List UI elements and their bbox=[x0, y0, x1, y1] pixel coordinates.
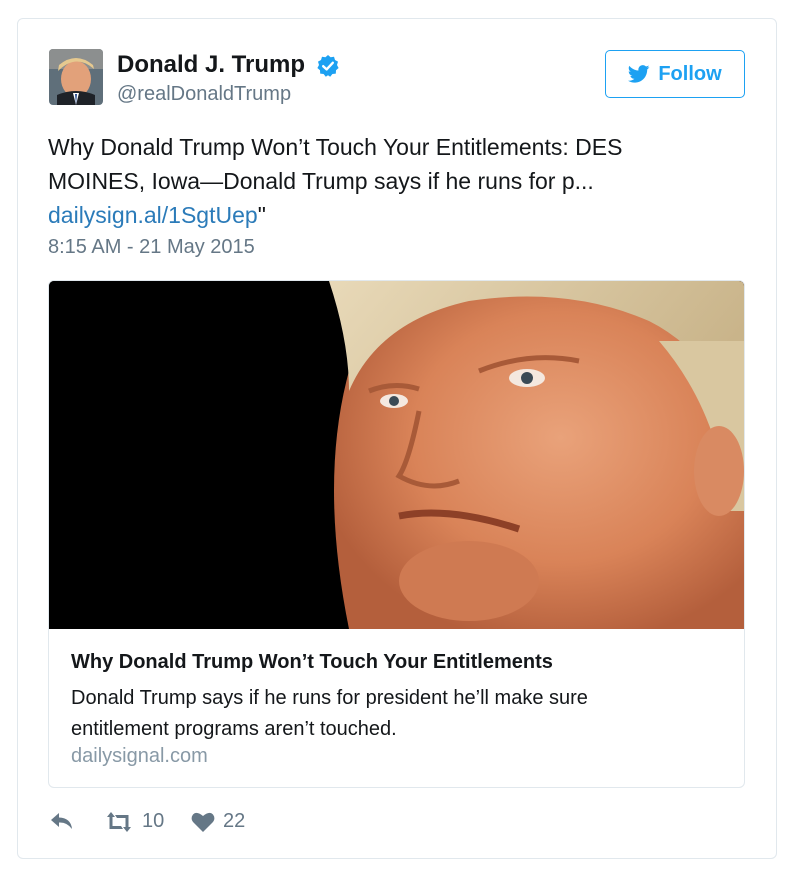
follow-button[interactable]: Follow bbox=[605, 50, 745, 98]
twitter-bird-icon bbox=[628, 65, 650, 83]
verified-badge-icon bbox=[317, 55, 339, 77]
card-image bbox=[49, 281, 744, 629]
card-description: Donald Trump says if he runs for preside… bbox=[71, 687, 588, 740]
like-count: 22 bbox=[223, 810, 246, 832]
tweet-text: Why Donald Trump Won’t Touch Your Entitl… bbox=[48, 130, 698, 232]
portrait-photo bbox=[49, 281, 744, 629]
retweet-icon bbox=[107, 811, 131, 832]
like-button[interactable]: 22 bbox=[191, 810, 245, 833]
tweet-timestamp[interactable]: 8:15 AM - 21 May 2015 bbox=[48, 236, 255, 259]
card-domain: dailysignal.com bbox=[71, 745, 208, 767]
heart-icon bbox=[191, 812, 215, 832]
author-name[interactable]: Donald J. Trump bbox=[117, 51, 305, 79]
tweet-text-line: Why Donald Trump Won’t Touch Your Entitl… bbox=[48, 134, 623, 160]
author-handle[interactable]: @realDonaldTrump bbox=[117, 83, 291, 106]
reply-button[interactable] bbox=[49, 810, 75, 832]
tweet-quote-mark: " bbox=[257, 202, 266, 228]
tweet-text-line: MOINES, Iowa—Donald Trump says if he run… bbox=[48, 168, 594, 194]
follow-label: Follow bbox=[658, 62, 722, 85]
retweet-count: 10 bbox=[142, 810, 165, 832]
tweet-link[interactable]: dailysign.al/1SgtUep bbox=[48, 202, 258, 228]
retweet-button[interactable]: 10 bbox=[104, 810, 164, 833]
card-title: Why Donald Trump Won’t Touch Your Entitl… bbox=[71, 651, 553, 673]
avatar[interactable] bbox=[49, 49, 103, 105]
link-preview-card[interactable]: Why Donald Trump Won’t Touch Your Entitl… bbox=[48, 280, 745, 788]
reply-icon bbox=[51, 813, 72, 829]
